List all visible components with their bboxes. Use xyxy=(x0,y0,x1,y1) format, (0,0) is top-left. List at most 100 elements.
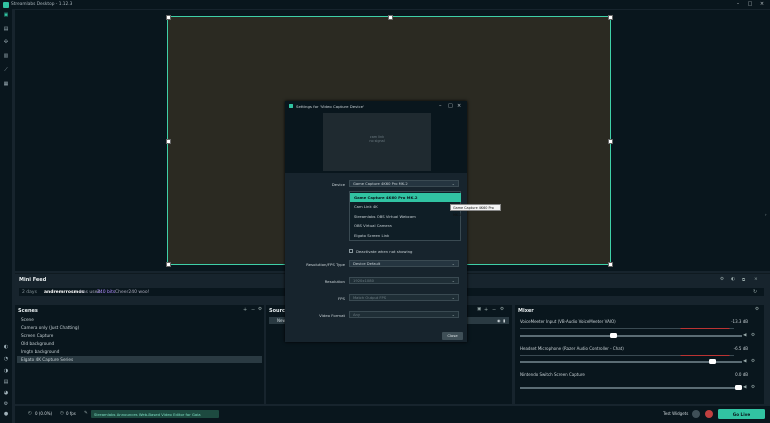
fps-label: FPS xyxy=(337,296,345,301)
go-live-button[interactable]: Go Live xyxy=(718,409,765,419)
resize-handle-r[interactable] xyxy=(608,139,613,144)
lightbulb-icon[interactable]: ◔ xyxy=(3,357,9,362)
fps-select[interactable]: Match Output FPS ⌄ xyxy=(349,294,459,301)
scene-item[interactable]: Camera only (Just Chatting) xyxy=(17,324,262,331)
editor-icon[interactable]: ▣ xyxy=(3,13,9,18)
settings-icon[interactable]: ⚙ xyxy=(3,402,9,407)
volume-knob[interactable] xyxy=(610,333,618,338)
volume-slider[interactable] xyxy=(520,385,742,390)
preview-text: cam link no signal xyxy=(369,135,385,143)
scene-item[interactable]: Imgtn background xyxy=(17,348,262,355)
deactivate-label: Deactivate when not showing xyxy=(356,249,413,254)
visibility-icon[interactable]: ◉ xyxy=(497,318,501,323)
record-button[interactable] xyxy=(692,409,700,418)
device-option[interactable]: Streamlabs OBS Virtual Webcam xyxy=(350,212,461,221)
deactivate-checkbox[interactable] xyxy=(349,249,353,253)
source-gear-icon[interactable]: ⚙ xyxy=(751,385,755,390)
test-widgets-label[interactable]: Test Widgets xyxy=(663,411,688,416)
remove-scene-icon[interactable]: − xyxy=(251,307,255,313)
scene-item[interactable]: Scene xyxy=(17,316,262,323)
dialog-minimize-button[interactable]: – xyxy=(439,103,442,109)
resolution-select[interactable]: 1920x1080 ⌄ xyxy=(349,277,459,284)
speaker-icon[interactable]: ◀ xyxy=(743,333,746,338)
video-format-select[interactable]: Any ⌄ xyxy=(349,311,459,318)
lock-icon[interactable]: ▮ xyxy=(503,318,505,323)
collapse-panel-icon[interactable]: › xyxy=(765,212,768,217)
mixer-db: -13.3 dB xyxy=(731,319,748,324)
highlighter-icon[interactable]: ⟋ xyxy=(3,68,9,73)
app-store-icon[interactable]: ▥ xyxy=(3,54,9,59)
resize-handle-tl[interactable] xyxy=(166,15,171,20)
scene-item[interactable]: Screen Capture xyxy=(17,332,262,339)
dialog-close-button[interactable]: × xyxy=(457,103,461,109)
widget-icon[interactable]: ◑ xyxy=(3,369,9,374)
device-select[interactable]: Game Capture 4K60 Pro MK.2 ⌄ xyxy=(349,180,459,187)
close-feed-icon[interactable]: × xyxy=(754,277,758,282)
resize-handle-br[interactable] xyxy=(608,262,613,267)
scene-settings-icon[interactable]: ⚙ xyxy=(258,307,262,312)
dialog-title: Settings for 'Video Capture Device' xyxy=(296,103,365,109)
speaker-icon[interactable]: ◀ xyxy=(743,359,746,364)
announcement-text: Streamlabs Announces Web-Based Video Edi… xyxy=(94,411,201,417)
recording-icon[interactable]: ▤ xyxy=(3,380,9,385)
maximize-button[interactable]: □ xyxy=(745,1,755,8)
filter-icon[interactable]: ⚙ xyxy=(720,277,724,282)
mixer-panel: Mixer ⚙ VoiceMeeter Input (VB-Audio Voic… xyxy=(515,305,764,404)
source-gear-icon[interactable]: ⚙ xyxy=(751,333,755,338)
device-option-selected[interactable]: Game Capture 4K60 Pro MK.2 xyxy=(350,192,461,202)
scenes-panel: Scenes + − ⚙ Scene Camera only (Just Cha… xyxy=(15,305,264,404)
add-folder-icon[interactable]: ▣ xyxy=(477,307,481,312)
volume-slider[interactable] xyxy=(520,359,742,364)
announcement-banner[interactable]: Streamlabs Announces Web-Based Video Edi… xyxy=(91,410,219,418)
close-window-button[interactable]: × xyxy=(757,1,767,8)
device-dropdown-list: Game Capture 4K60 Pro MK.2 Cam Link 4K S… xyxy=(349,191,461,241)
res-type-label: Resolution/FPS Type xyxy=(306,262,345,267)
dashboard-icon[interactable]: ◐ xyxy=(3,345,9,350)
scene-item-selected[interactable]: Elgato 4K Capture Series xyxy=(17,356,262,363)
volume-knob[interactable] xyxy=(735,385,742,390)
close-button[interactable]: Close xyxy=(442,332,463,340)
fps-icon: ◷ xyxy=(60,411,64,416)
preview-frame: cam link no signal xyxy=(323,113,431,171)
cpu-usage: 0 (0.0%) xyxy=(35,411,53,416)
device-option[interactable]: OBS Virtual Camera xyxy=(350,221,461,230)
left-sidebar: ▣ ▤ ✣ ▥ ⟋ ▦ ◐ ◔ ◑ ▤ ◕ ⚙ ● xyxy=(0,9,12,423)
themes-icon[interactable]: ✣ xyxy=(3,40,9,45)
replay-buffer-button[interactable] xyxy=(705,409,713,418)
minimize-button[interactable]: – xyxy=(733,1,743,8)
device-option[interactable]: Elgato Screen Link xyxy=(350,231,461,240)
volume-slider[interactable] xyxy=(520,333,742,338)
resize-handle-bl[interactable] xyxy=(166,262,171,267)
help-icon[interactable]: ◕ xyxy=(3,391,9,396)
announcement-icon: ✎ xyxy=(84,410,88,416)
speaker-icon[interactable]: ◀ xyxy=(743,385,746,390)
fps-value: 0 fps xyxy=(66,411,76,416)
source-preview: cam link no signal xyxy=(285,111,467,173)
studio-mode-icon[interactable]: ▦ xyxy=(3,82,9,87)
mute-icon[interactable]: ◐ xyxy=(731,277,735,282)
res-type-select[interactable]: Device Default ⌄ xyxy=(349,260,459,267)
resize-handle-tr[interactable] xyxy=(608,15,613,20)
resize-handle-l[interactable] xyxy=(166,139,171,144)
resize-handle-t[interactable] xyxy=(388,15,393,20)
layout-icon[interactable]: ▤ xyxy=(3,27,9,32)
resolution-label: Resolution xyxy=(324,279,345,284)
device-select-value: Game Capture 4K60 Pro MK.2 xyxy=(353,182,408,186)
source-gear-icon[interactable]: ⚙ xyxy=(751,359,755,364)
feed-user[interactable]: andremrrosmos xyxy=(44,290,84,295)
pop-out-icon[interactable]: ⧉ xyxy=(742,277,745,283)
chevron-down-icon: ⌄ xyxy=(451,278,455,283)
source-settings-icon[interactable]: ⚙ xyxy=(500,307,504,312)
add-source-icon[interactable]: + xyxy=(484,307,488,313)
remove-source-icon[interactable]: − xyxy=(492,307,496,313)
profile-icon[interactable]: ● xyxy=(3,412,9,417)
dialog-title-bar: Settings for 'Video Capture Device' – □ … xyxy=(285,101,467,111)
add-scene-icon[interactable]: + xyxy=(243,307,247,313)
mixer-settings-icon[interactable]: ⚙ xyxy=(755,307,759,312)
refresh-icon[interactable]: ↻ xyxy=(753,289,757,295)
dialog-maximize-button[interactable]: □ xyxy=(448,103,453,109)
volume-knob[interactable] xyxy=(709,359,717,364)
device-option[interactable]: Cam Link 4K xyxy=(350,202,461,211)
scene-item[interactable]: Old background xyxy=(17,340,262,347)
video-format-label: Video Format xyxy=(319,313,345,318)
